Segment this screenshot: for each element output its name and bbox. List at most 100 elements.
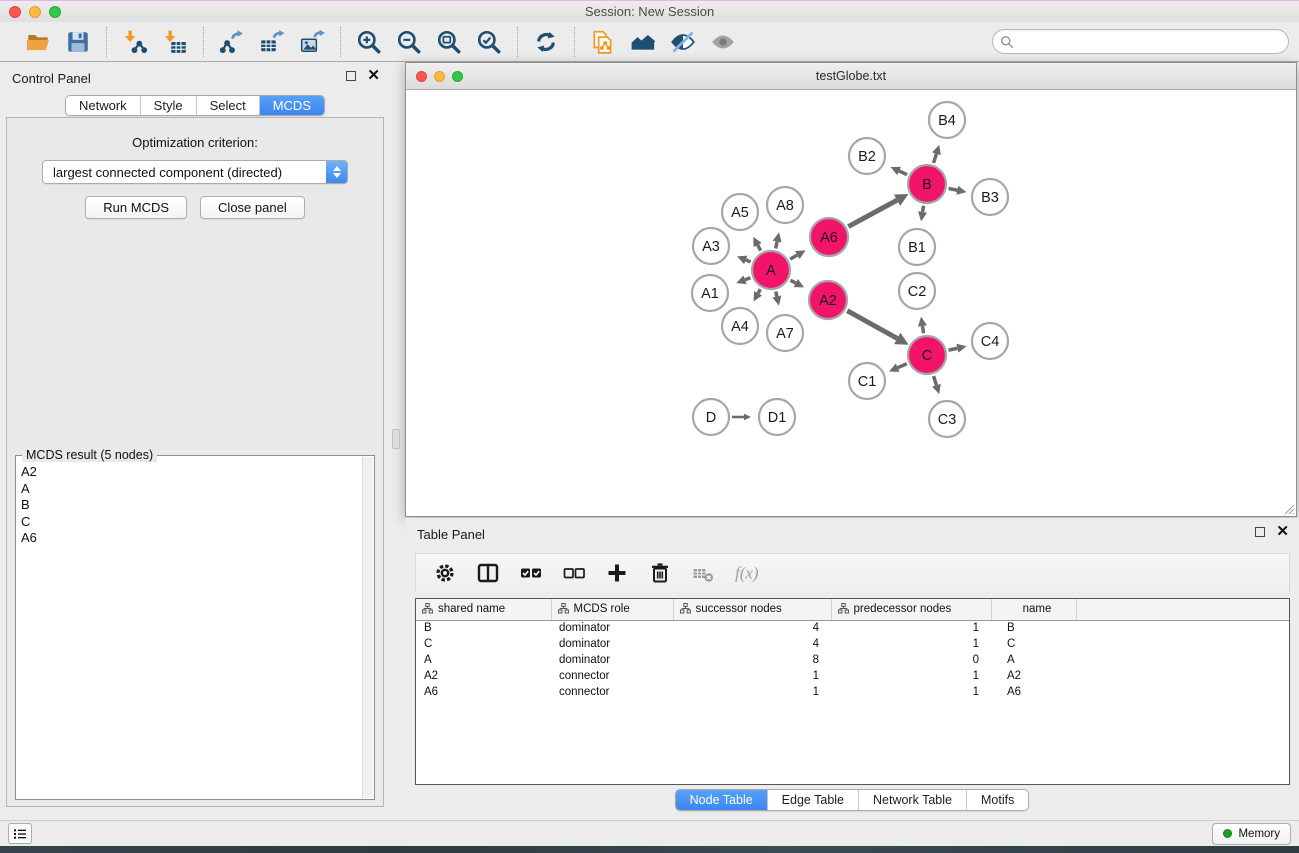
graph-edge-A-A1[interactable] bbox=[745, 278, 750, 280]
table-settings-gear-button[interactable] bbox=[432, 560, 458, 586]
float-table-panel-icon[interactable] bbox=[1255, 527, 1265, 537]
tab-network[interactable]: Network bbox=[66, 96, 141, 115]
import-network-button[interactable] bbox=[121, 28, 149, 56]
search-input[interactable] bbox=[1014, 32, 1288, 52]
run-mcds-button[interactable]: Run MCDS bbox=[85, 196, 187, 219]
zoom-fit-button[interactable] bbox=[435, 28, 463, 56]
tab-mcds[interactable]: MCDS bbox=[260, 96, 324, 115]
network-view-window[interactable]: testGlobe.txt B4B2BB3A8A5A6A3B1AC2A1A2A4… bbox=[405, 62, 1297, 517]
graph-edge-C-C3[interactable] bbox=[934, 376, 937, 385]
export-table-button[interactable] bbox=[258, 28, 286, 56]
panel-splitter-handle[interactable] bbox=[392, 429, 400, 449]
graph-edge-A-A3[interactable] bbox=[746, 260, 751, 262]
graph-edge-A-A2[interactable] bbox=[790, 280, 795, 283]
table-cell[interactable]: A2 bbox=[416, 668, 551, 684]
tab-style[interactable]: Style bbox=[141, 96, 197, 115]
zoom-out-button[interactable] bbox=[395, 28, 423, 56]
graph-edge-A-A8[interactable] bbox=[776, 242, 777, 249]
column-header-shared-name[interactable]: shared name bbox=[416, 599, 551, 620]
search-field[interactable] bbox=[992, 29, 1289, 54]
open-file-button[interactable] bbox=[24, 28, 52, 56]
save-session-button[interactable] bbox=[64, 28, 92, 56]
graph-edge-C-C2[interactable] bbox=[922, 326, 923, 333]
table-cell[interactable]: C bbox=[991, 636, 1076, 652]
zoom-selected-button[interactable] bbox=[475, 28, 503, 56]
delete-table-button[interactable] bbox=[690, 560, 716, 586]
table-cell[interactable]: A6 bbox=[416, 684, 551, 700]
function-builder-button[interactable]: f(x) bbox=[733, 560, 759, 586]
memory-button[interactable]: Memory bbox=[1212, 823, 1291, 845]
task-history-button[interactable] bbox=[8, 823, 32, 844]
table-cell[interactable]: 1 bbox=[673, 668, 831, 684]
delete-column-trash-button[interactable] bbox=[647, 560, 673, 586]
tab-network-table[interactable]: Network Table bbox=[859, 790, 967, 810]
table-cell[interactable]: A2 bbox=[991, 668, 1076, 684]
graph-edge-C-C4[interactable] bbox=[948, 348, 957, 350]
result-list-item[interactable]: A2 bbox=[17, 464, 362, 481]
table-cell[interactable]: 1 bbox=[831, 636, 991, 652]
table-cell[interactable]: C bbox=[416, 636, 551, 652]
add-column-button[interactable] bbox=[604, 560, 630, 586]
hide-panels-eye-button[interactable] bbox=[669, 28, 697, 56]
table-cell[interactable]: B bbox=[991, 620, 1076, 636]
column-header-name[interactable]: name bbox=[991, 599, 1076, 620]
window-resize-grip[interactable] bbox=[1281, 501, 1295, 515]
table-cell[interactable]: A bbox=[416, 652, 551, 668]
tab-select[interactable]: Select bbox=[197, 96, 260, 115]
export-network-button[interactable] bbox=[218, 28, 246, 56]
table-cell[interactable]: dominator bbox=[551, 636, 673, 652]
tab-edge-table[interactable]: Edge Table bbox=[768, 790, 859, 810]
graph-edge-B-B4[interactable] bbox=[934, 154, 937, 163]
refresh-view-button[interactable] bbox=[532, 28, 560, 56]
table-cell[interactable]: 0 bbox=[831, 652, 991, 668]
network-canvas[interactable]: B4B2BB3A8A5A6A3B1AC2A1A2A4A7C4CC1DD1C3 bbox=[406, 90, 1296, 516]
close-panel-button[interactable]: Close panel bbox=[200, 196, 305, 219]
result-list-item[interactable]: A bbox=[17, 481, 362, 498]
graph-edge-A6-B[interactable] bbox=[848, 200, 897, 226]
graph-edge-C-C1[interactable] bbox=[898, 364, 907, 368]
result-list-item[interactable]: C bbox=[17, 514, 362, 531]
table-row[interactable]: A2connector11A2 bbox=[416, 668, 1290, 684]
graph-edge-B-B3[interactable] bbox=[949, 188, 958, 190]
tab-motifs[interactable]: Motifs bbox=[967, 790, 1028, 810]
table-cell[interactable]: 4 bbox=[673, 636, 831, 652]
table-cell[interactable]: A bbox=[991, 652, 1076, 668]
table-cell[interactable]: 8 bbox=[673, 652, 831, 668]
result-scrollbar[interactable] bbox=[362, 457, 373, 798]
select-all-checkboxes-button[interactable] bbox=[518, 560, 544, 586]
column-selector-button[interactable] bbox=[475, 560, 501, 586]
table-cell[interactable]: 1 bbox=[831, 668, 991, 684]
table-cell[interactable]: B bbox=[416, 620, 551, 636]
table-cell[interactable]: 1 bbox=[831, 684, 991, 700]
export-image-button[interactable] bbox=[298, 28, 326, 56]
table-row[interactable]: Bdominator41B bbox=[416, 620, 1290, 636]
node-table[interactable]: shared nameMCDS rolesuccessor nodesprede… bbox=[415, 598, 1290, 785]
table-cell[interactable]: 4 bbox=[673, 620, 831, 636]
duplicate-network-button[interactable] bbox=[589, 28, 617, 56]
graph-edge-A-A6[interactable] bbox=[790, 255, 797, 259]
zoom-in-button[interactable] bbox=[355, 28, 383, 56]
optimization-criterion-select[interactable]: largest connected component (directed) bbox=[42, 160, 348, 184]
tab-node-table[interactable]: Node Table bbox=[676, 790, 768, 810]
graph-edge-B-B2[interactable] bbox=[899, 171, 907, 175]
deselect-all-checkboxes-button[interactable] bbox=[561, 560, 587, 586]
column-header-MCDS-role[interactable]: MCDS role bbox=[551, 599, 673, 620]
column-header-successor-nodes[interactable]: successor nodes bbox=[673, 599, 831, 620]
table-row[interactable]: A6connector11A6 bbox=[416, 684, 1290, 700]
show-eye-button[interactable] bbox=[709, 28, 737, 56]
graph-edge-A2-C[interactable] bbox=[847, 311, 897, 339]
table-row[interactable]: Adominator80A bbox=[416, 652, 1290, 668]
graph-edge-A-A4[interactable] bbox=[758, 289, 760, 293]
column-header-predecessor-nodes[interactable]: predecessor nodes bbox=[831, 599, 991, 620]
table-cell[interactable]: dominator bbox=[551, 652, 673, 668]
network-window-titlebar[interactable]: testGlobe.txt bbox=[406, 63, 1296, 90]
close-table-panel-icon[interactable]: ✕ bbox=[1276, 527, 1289, 537]
table-cell[interactable]: A6 bbox=[991, 684, 1076, 700]
result-list-item[interactable]: A6 bbox=[17, 530, 362, 547]
home-button[interactable] bbox=[629, 28, 657, 56]
graph-edge-A-A5[interactable] bbox=[758, 245, 761, 251]
table-row[interactable]: Cdominator41C bbox=[416, 636, 1290, 652]
window-titlebar[interactable]: Session: New Session bbox=[0, 0, 1299, 22]
graph-edge-B-B1[interactable] bbox=[923, 206, 924, 212]
table-cell[interactable]: connector bbox=[551, 668, 673, 684]
